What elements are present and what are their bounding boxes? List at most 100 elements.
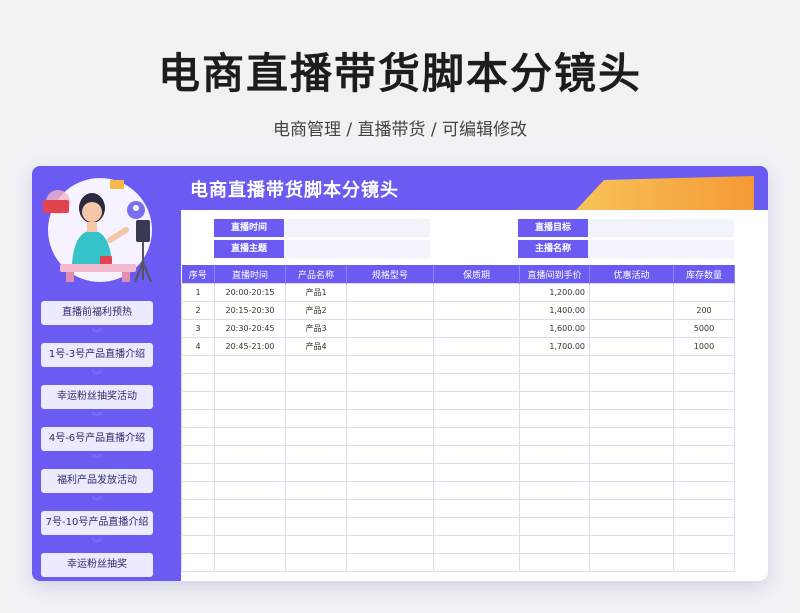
table-cell[interactable] (181, 409, 215, 428)
table-cell[interactable] (589, 355, 674, 374)
table-cell[interactable] (589, 373, 674, 392)
table-cell[interactable] (433, 463, 520, 482)
table-cell[interactable] (433, 481, 520, 500)
table-cell[interactable] (181, 391, 215, 410)
table-cell[interactable] (346, 319, 434, 338)
table-cell[interactable] (285, 481, 347, 500)
table-cell[interactable] (346, 427, 434, 446)
host-name-field[interactable] (588, 240, 734, 258)
table-cell[interactable] (214, 517, 286, 536)
table-cell[interactable] (181, 463, 215, 482)
table-cell[interactable] (673, 481, 735, 500)
table-cell[interactable]: 20:15-20:30 (214, 301, 286, 320)
table-cell[interactable] (589, 391, 674, 410)
table-cell[interactable] (346, 391, 434, 410)
table-cell[interactable] (433, 427, 520, 446)
table-cell[interactable] (519, 535, 590, 554)
table-cell[interactable] (673, 409, 735, 428)
table-cell[interactable] (346, 355, 434, 374)
table-cell[interactable] (346, 517, 434, 536)
table-cell[interactable]: 产品4 (285, 337, 347, 356)
table-cell[interactable]: 2 (181, 301, 215, 320)
table-cell[interactable] (285, 391, 347, 410)
table-cell[interactable] (346, 463, 434, 482)
table-cell[interactable] (433, 499, 520, 518)
table-cell[interactable] (181, 355, 215, 374)
table-cell[interactable] (519, 499, 590, 518)
table-cell[interactable] (673, 355, 735, 374)
table-cell[interactable] (589, 535, 674, 554)
table-cell[interactable] (214, 409, 286, 428)
table-cell[interactable] (589, 427, 674, 446)
table-cell[interactable] (181, 499, 215, 518)
table-cell[interactable] (589, 463, 674, 482)
table-cell[interactable] (181, 517, 215, 536)
sidebar-item-fan-draw[interactable]: 幸运粉丝抽奖 (41, 553, 153, 577)
table-cell[interactable] (285, 445, 347, 464)
table-cell[interactable] (181, 481, 215, 500)
table-cell[interactable]: 产品3 (285, 319, 347, 338)
table-cell[interactable] (519, 463, 590, 482)
table-cell[interactable] (589, 445, 674, 464)
table-cell[interactable] (433, 355, 520, 374)
table-cell[interactable] (285, 427, 347, 446)
table-cell[interactable] (214, 445, 286, 464)
table-cell[interactable] (519, 481, 590, 500)
table-cell[interactable] (285, 373, 347, 392)
table-cell[interactable] (433, 337, 520, 356)
table-cell[interactable]: 20:30-20:45 (214, 319, 286, 338)
table-cell[interactable] (181, 427, 215, 446)
table-cell[interactable] (673, 463, 735, 482)
table-cell[interactable] (673, 427, 735, 446)
table-cell[interactable]: 5000 (673, 319, 735, 338)
table-cell[interactable] (433, 319, 520, 338)
table-cell[interactable] (214, 391, 286, 410)
table-cell[interactable] (181, 373, 215, 392)
table-cell[interactable] (346, 535, 434, 554)
sidebar-item-fan-lottery[interactable]: 幸运粉丝抽奖活动 (41, 385, 153, 409)
table-cell[interactable] (519, 427, 590, 446)
table-cell[interactable] (589, 337, 674, 356)
table-cell[interactable] (433, 409, 520, 428)
table-cell[interactable] (214, 481, 286, 500)
table-cell[interactable] (519, 391, 590, 410)
table-cell[interactable] (214, 535, 286, 554)
table-cell[interactable] (214, 499, 286, 518)
table-cell[interactable] (589, 553, 674, 572)
sidebar-item-products-4-6[interactable]: 4号-6号产品直播介绍 (41, 427, 153, 451)
table-cell[interactable] (346, 301, 434, 320)
table-cell[interactable] (589, 301, 674, 320)
table-cell[interactable] (346, 445, 434, 464)
table-cell[interactable] (433, 517, 520, 536)
table-cell[interactable] (519, 373, 590, 392)
table-cell[interactable]: 3 (181, 319, 215, 338)
table-cell[interactable] (519, 445, 590, 464)
table-cell[interactable]: 4 (181, 337, 215, 356)
sidebar-item-products-7-10[interactable]: 7号-10号产品直播介绍 (41, 511, 153, 535)
table-cell[interactable] (433, 301, 520, 320)
table-cell[interactable] (519, 409, 590, 428)
table-cell[interactable] (433, 373, 520, 392)
table-cell[interactable] (285, 499, 347, 518)
table-cell[interactable]: 1,600.00 (519, 319, 590, 338)
table-cell[interactable] (285, 517, 347, 536)
table-cell[interactable]: 1000 (673, 337, 735, 356)
table-cell[interactable] (346, 373, 434, 392)
table-cell[interactable] (433, 283, 520, 302)
live-goal-field[interactable] (588, 219, 734, 237)
table-cell[interactable] (346, 337, 434, 356)
table-cell[interactable] (346, 409, 434, 428)
table-cell[interactable] (519, 355, 590, 374)
table-cell[interactable] (589, 499, 674, 518)
live-time-field[interactable] (284, 219, 430, 237)
table-cell[interactable] (589, 409, 674, 428)
table-cell[interactable] (285, 409, 347, 428)
table-cell[interactable] (214, 553, 286, 572)
sidebar-item-welfare-giveaway[interactable]: 福利产品发放活动 (41, 469, 153, 493)
table-cell[interactable] (285, 355, 347, 374)
table-cell[interactable] (589, 481, 674, 500)
table-cell[interactable] (519, 517, 590, 536)
table-cell[interactable] (673, 373, 735, 392)
table-cell[interactable] (673, 535, 735, 554)
table-cell[interactable]: 1,200.00 (519, 283, 590, 302)
